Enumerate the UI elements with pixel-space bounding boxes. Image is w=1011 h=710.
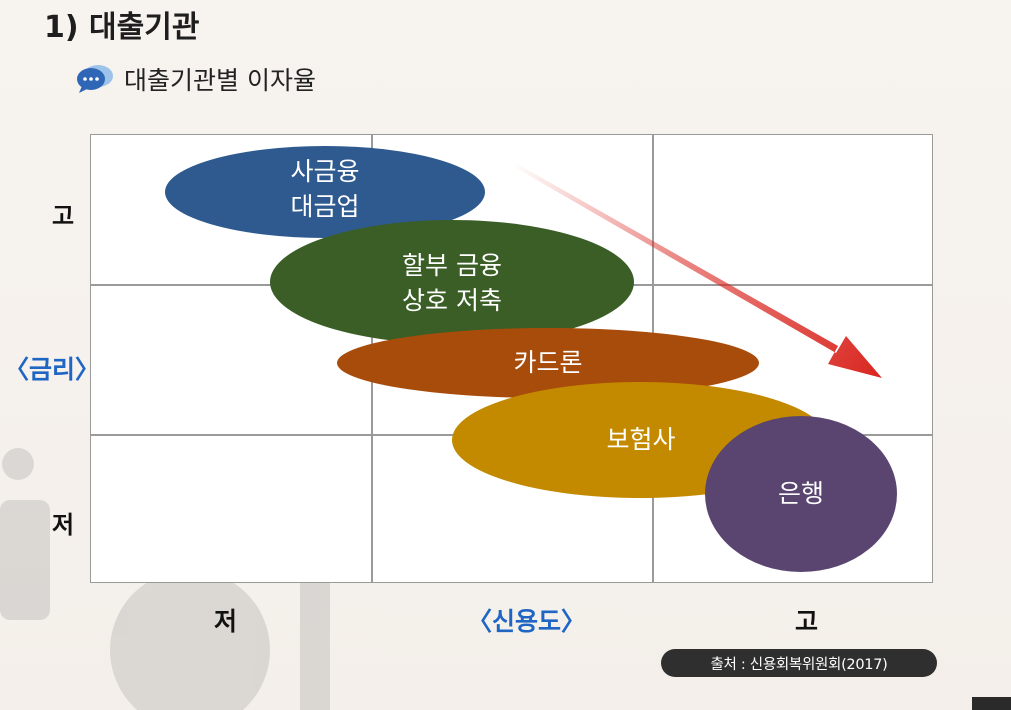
institution-diagram: 사금융 대금업 할부 금융 상호 저축 카드론 보험사 은행 — [165, 146, 897, 572]
ellipse-installment — [270, 220, 634, 344]
card-label: 카드론 — [513, 348, 582, 377]
corner-tab — [972, 697, 1011, 710]
lender-label-line2: 대금업 — [290, 192, 359, 221]
insurance-label: 보험사 — [606, 425, 675, 454]
lender-label-line1: 사금융 — [290, 157, 359, 186]
source-badge: 출처 : 신용회복위원회(2017) — [661, 649, 937, 677]
installment-label-line2: 상호 저축 — [402, 286, 502, 315]
bank-label: 은행 — [778, 479, 824, 508]
installment-label-line1: 할부 금융 — [402, 251, 502, 280]
